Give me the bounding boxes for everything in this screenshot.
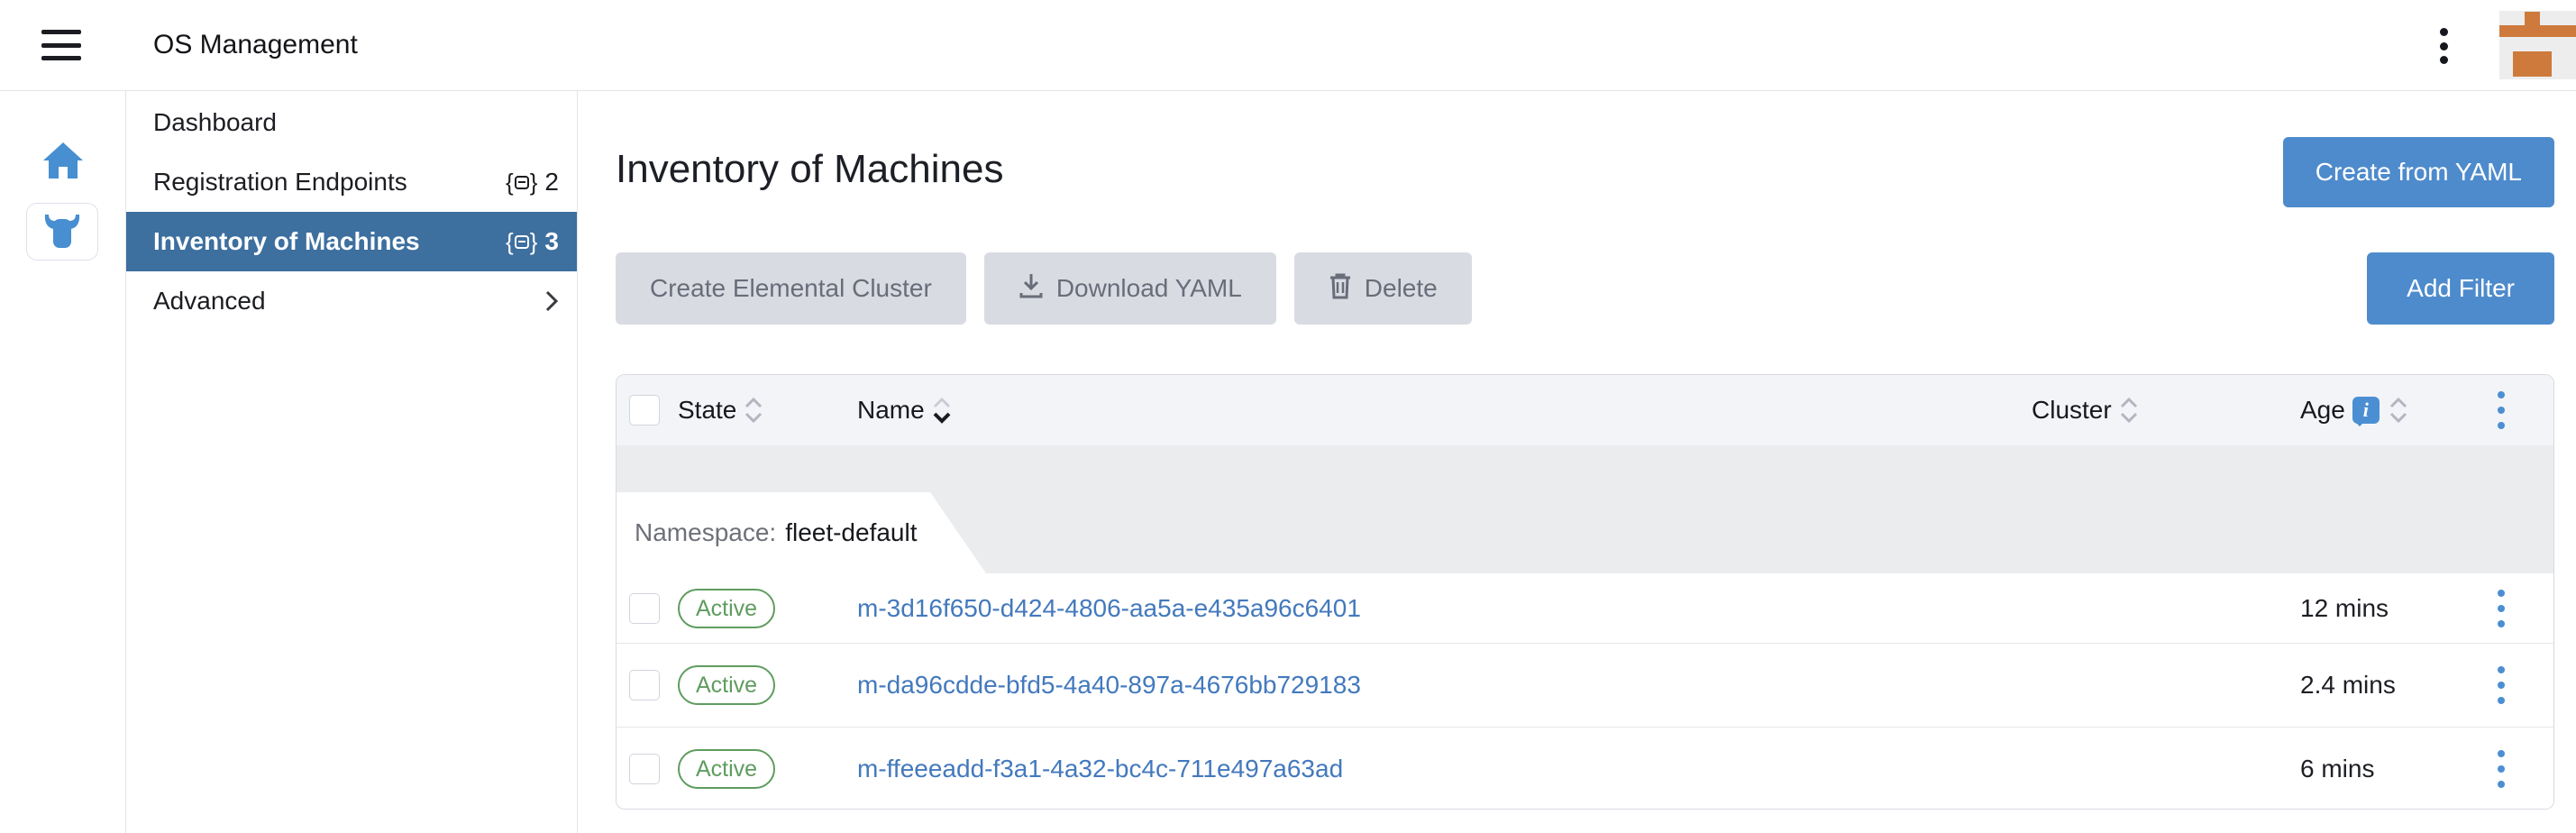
column-label: Age — [2300, 396, 2345, 425]
sidebar-item-label: Inventory of Machines — [153, 227, 420, 256]
age-value: 6 mins — [2300, 755, 2374, 783]
logo-shape — [2513, 51, 2552, 77]
chevron-right-icon — [544, 289, 559, 313]
logo-shape — [2499, 25, 2576, 37]
age-value: 2.4 mins — [2300, 671, 2396, 700]
resource-count-icon — [506, 228, 537, 256]
download-icon — [1019, 272, 1044, 306]
sidebar-item-registration-endpoints[interactable]: Registration Endpoints 2 — [126, 152, 577, 212]
os-management-app-icon[interactable] — [26, 203, 98, 261]
resource-count-icon — [506, 169, 537, 197]
namespace-label: Namespace: — [635, 518, 776, 547]
bull-head-icon — [40, 214, 85, 250]
add-filter-button[interactable]: Add Filter — [2367, 252, 2554, 325]
column-label: Cluster — [2032, 396, 2112, 425]
table-header-row: State Name Cluster Age i — [617, 375, 2553, 445]
table-menu-kebab-icon[interactable] — [2497, 391, 2506, 429]
column-label: Name — [857, 396, 925, 425]
home-icon[interactable] — [42, 142, 84, 184]
app-title: OS Management — [153, 0, 358, 90]
sort-desc-icon — [932, 395, 952, 426]
sidebar-item-label: Advanced — [153, 287, 266, 316]
table-row[interactable]: Active m-ffeeeadd-f3a1-4a32-bc4c-711e497… — [617, 727, 2553, 810]
machine-name-link[interactable]: m-ffeeeadd-f3a1-4a32-bc4c-711e497a63ad — [857, 755, 1343, 783]
sidebar-item-label: Dashboard — [153, 108, 277, 137]
column-header-cluster[interactable]: Cluster — [2032, 395, 2139, 426]
row-checkbox[interactable] — [629, 670, 660, 700]
delete-button[interactable]: Delete — [1294, 252, 1472, 325]
hamburger-menu-icon[interactable] — [41, 30, 81, 60]
table-row[interactable]: Active m-3d16f650-d424-4806-aa5a-e435a96… — [617, 573, 2553, 643]
select-all-checkbox[interactable] — [629, 395, 660, 426]
namespace-group-row: Namespace: fleet-default — [617, 445, 2553, 573]
namespace-value: fleet-default — [785, 518, 917, 547]
create-elemental-cluster-button[interactable]: Create Elemental Cluster — [616, 252, 966, 325]
icon-rail — [0, 91, 126, 833]
header-kebab-menu-icon[interactable] — [2437, 28, 2450, 64]
sidebar-item-dashboard[interactable]: Dashboard — [126, 93, 577, 152]
machine-name-link[interactable]: m-da96cdde-bfd5-4a40-897a-4676bb729183 — [857, 671, 1361, 700]
age-value: 12 mins — [2300, 594, 2389, 623]
row-kebab-icon[interactable] — [2497, 750, 2506, 788]
sidebar-item-inventory-of-machines[interactable]: Inventory of Machines 3 — [126, 212, 577, 271]
download-yaml-button[interactable]: Download YAML — [984, 252, 1276, 325]
button-label: Create Elemental Cluster — [650, 274, 932, 303]
row-kebab-icon[interactable] — [2497, 666, 2506, 704]
resource-count-value: 3 — [544, 227, 559, 256]
column-header-state[interactable]: State — [678, 395, 763, 426]
resource-count: 3 — [506, 227, 559, 256]
create-from-yaml-button[interactable]: Create from YAML — [2283, 137, 2554, 207]
column-header-name[interactable]: Name — [857, 395, 952, 426]
main-content: Inventory of Machines Create from YAML C… — [578, 91, 2576, 833]
rancher-logo[interactable] — [2499, 11, 2576, 79]
status-badge: Active — [678, 589, 775, 628]
sort-icon — [2389, 395, 2408, 426]
row-checkbox[interactable] — [629, 593, 660, 624]
machines-table: State Name Cluster Age i Namespace: flee… — [616, 374, 2554, 810]
table-row[interactable]: Active m-da96cdde-bfd5-4a40-897a-4676bb7… — [617, 643, 2553, 727]
namespace-group-tab: Namespace: fleet-default — [617, 492, 986, 573]
page-title: Inventory of Machines — [616, 147, 1003, 192]
button-label: Delete — [1365, 274, 1438, 303]
age-info-icon[interactable]: i — [2352, 397, 2380, 424]
resource-count: 2 — [506, 168, 559, 197]
status-badge: Active — [678, 749, 775, 789]
sort-icon — [744, 395, 763, 426]
button-label: Download YAML — [1056, 274, 1242, 303]
row-kebab-icon[interactable] — [2497, 590, 2506, 627]
column-label: State — [678, 396, 736, 425]
product-sidebar: Dashboard Registration Endpoints 2 Inven… — [126, 91, 578, 833]
column-header-age[interactable]: Age i — [2300, 395, 2408, 426]
logo-shape — [2525, 12, 2540, 25]
sort-icon — [2119, 395, 2139, 426]
status-badge: Active — [678, 665, 775, 705]
sidebar-item-advanced[interactable]: Advanced — [126, 271, 577, 331]
bulk-actions-toolbar: Create Elemental Cluster Download YAML D… — [616, 252, 1472, 325]
row-checkbox[interactable] — [629, 754, 660, 784]
top-bar: OS Management — [0, 0, 2576, 91]
sidebar-item-label: Registration Endpoints — [153, 168, 407, 197]
machine-name-link[interactable]: m-3d16f650-d424-4806-aa5a-e435a96c6401 — [857, 594, 1361, 623]
trash-icon — [1329, 272, 1352, 306]
resource-count-value: 2 — [544, 168, 559, 197]
